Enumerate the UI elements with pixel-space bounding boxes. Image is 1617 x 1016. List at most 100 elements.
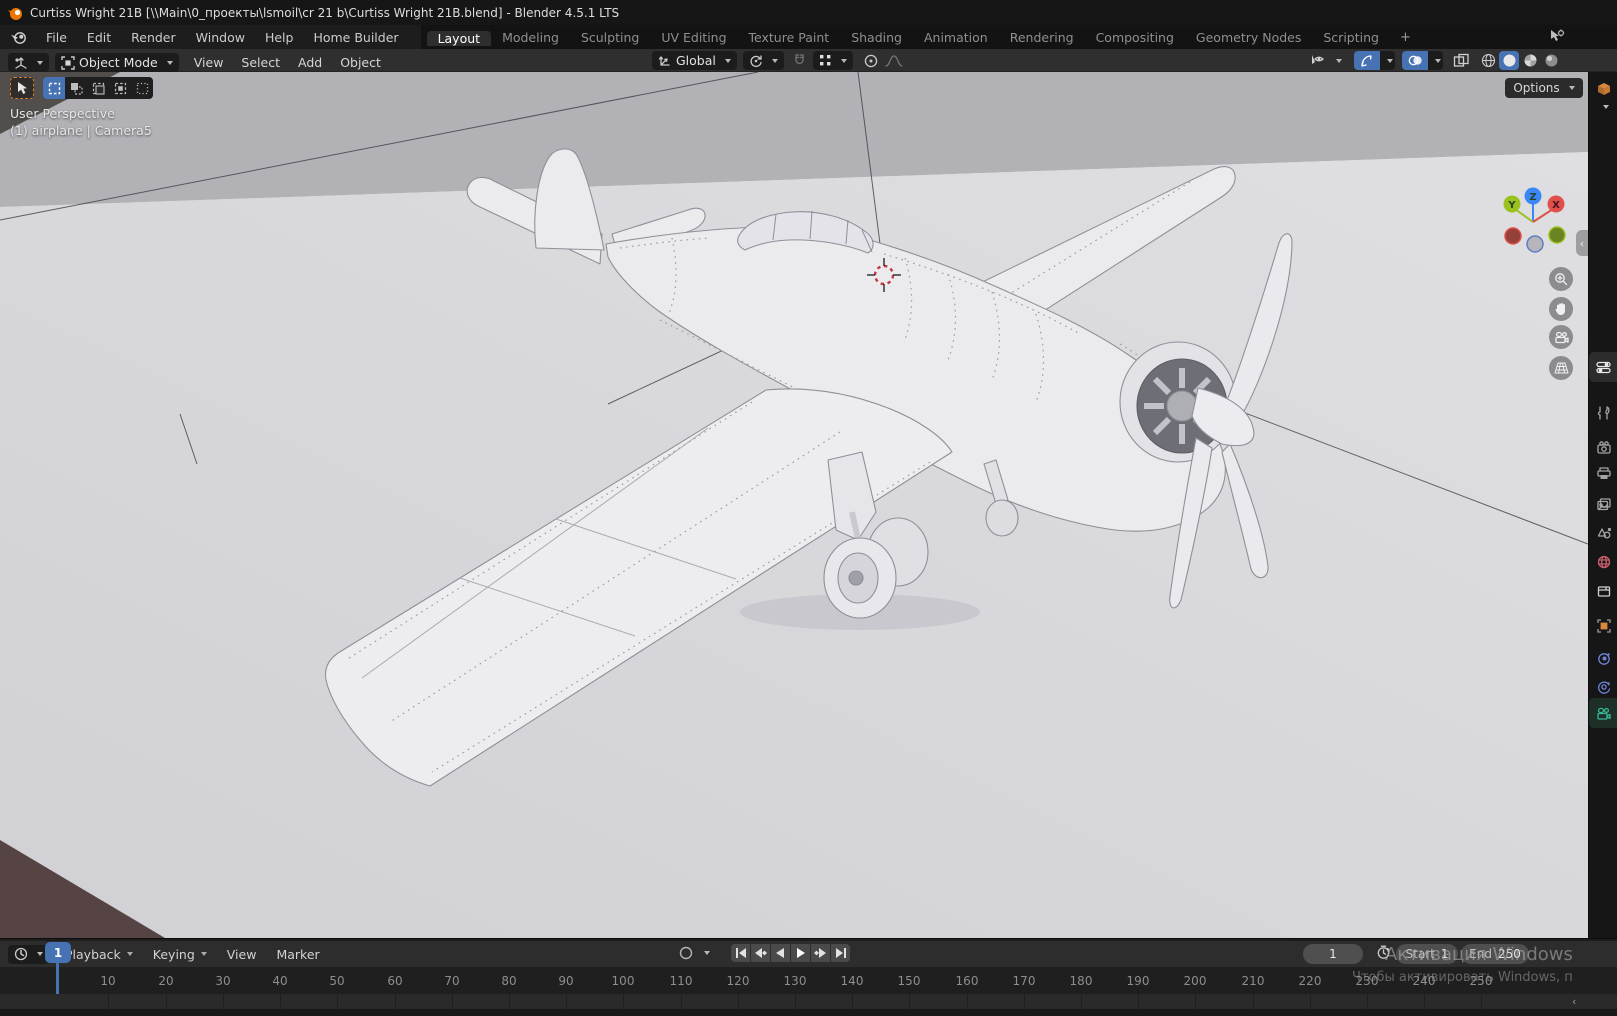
previous-keyframe-button[interactable] [751, 944, 770, 962]
gizmo-z-neg-axis[interactable] [1526, 235, 1544, 253]
grid-perspective-button[interactable] [1549, 356, 1573, 380]
options-button[interactable]: Options [1505, 78, 1583, 98]
tab-camera-data[interactable] [1589, 698, 1617, 728]
timeline-menu-item[interactable]: View [217, 947, 267, 962]
timeline-menu-item[interactable]: Keying [143, 947, 217, 962]
timeline-channel-area[interactable] [0, 994, 1617, 1009]
frame-start-field[interactable]: Start 1 [1396, 944, 1458, 964]
chevron-down-icon [37, 952, 43, 956]
jump-to-end-button[interactable] [831, 944, 850, 962]
visibility-dropdown[interactable] [1306, 54, 1346, 68]
workspace-tab[interactable]: Texture Paint [738, 30, 841, 45]
viewport-menu-item[interactable]: View [185, 51, 233, 74]
navigation-gizmo[interactable]: Z Y X [1495, 180, 1577, 260]
topbar-menu-item[interactable]: Window [186, 30, 255, 45]
tab-world[interactable] [1589, 551, 1617, 573]
topbar-menu-item[interactable]: Render [121, 30, 186, 45]
viewport-menu-item[interactable]: Add [289, 51, 331, 74]
chevron-down-icon[interactable] [1589, 96, 1617, 118]
select-intersect-icon[interactable] [131, 77, 153, 99]
shading-solid-button[interactable] [1499, 51, 1519, 70]
select-invert-icon[interactable] [109, 77, 131, 99]
gizmo-y-neg-axis[interactable] [1548, 226, 1566, 244]
gizmo-x-neg-axis[interactable] [1504, 227, 1522, 245]
ruler-tick-label: 170 [1012, 974, 1036, 988]
show-overlays-toggle[interactable] [1402, 51, 1428, 70]
add-workspace-button[interactable]: + [1390, 25, 1421, 49]
zoom-button[interactable] [1549, 267, 1573, 291]
select-extend-icon[interactable] [65, 77, 87, 99]
cursor-gear-status-icon[interactable] [1549, 29, 1565, 44]
play-button[interactable] [791, 944, 810, 962]
editor-type-dropdown[interactable] [8, 53, 49, 72]
tab-physics[interactable] [1589, 648, 1617, 670]
workspace-tab[interactable]: Rendering [999, 30, 1085, 45]
timeline-ruler[interactable]: 10 20 30 40 50 60 70 80 90 100 110 120 130 140 150 160 1… [0, 967, 1617, 994]
timeline-playhead[interactable]: 1 [45, 942, 71, 1014]
select-mode-group [43, 77, 153, 99]
show-gizmo-toggle[interactable] [1354, 51, 1380, 70]
workspace-tab[interactable]: Shading [840, 30, 913, 45]
shading-wireframe-button[interactable] [1478, 51, 1498, 70]
jump-to-start-button[interactable] [731, 944, 750, 962]
next-keyframe-button[interactable] [811, 944, 830, 962]
snap-magnet-icon[interactable] [792, 53, 807, 68]
viewport-menu-item[interactable]: Select [232, 51, 289, 74]
shading-rendered-button[interactable] [1541, 51, 1561, 70]
properties-editor-strip [1588, 72, 1617, 938]
mode-selector-dropdown[interactable]: Object Mode [55, 53, 179, 72]
blender-menu-logo-icon[interactable] [0, 25, 36, 49]
current-frame-field[interactable]: 1 [1303, 944, 1363, 964]
gizmo-dropdown[interactable] [1380, 51, 1395, 70]
transform-orientation-dropdown[interactable]: Global [652, 51, 737, 70]
topbar-menu-item[interactable]: Home Builder [303, 30, 408, 45]
ruler-tick-label: 220 [1298, 974, 1322, 988]
sidebar-collapse-arrow[interactable]: ‹ [1576, 230, 1588, 256]
falloff-curve-icon[interactable] [885, 54, 903, 68]
scroll-left-arrow[interactable]: ‹ [1572, 995, 1576, 1008]
auto-keying-dropdown[interactable] [704, 951, 710, 955]
auto-keying-toggle[interactable] [678, 945, 694, 961]
timeline-editor-type-dropdown[interactable] [8, 944, 49, 964]
play-reverse-button[interactable] [771, 944, 790, 962]
workspace-tab[interactable]: Compositing [1085, 30, 1185, 45]
tab-collection[interactable] [1589, 580, 1617, 602]
workspace-tab[interactable]: Animation [913, 30, 999, 45]
tab-tool[interactable] [1589, 402, 1617, 424]
topbar-menu-item[interactable]: Help [255, 30, 304, 45]
workspace-tab[interactable]: Scripting [1312, 30, 1390, 45]
viewport-menu-item[interactable]: Object [331, 51, 390, 74]
ruler-tick-label: 110 [669, 974, 693, 988]
select-subtract-icon[interactable] [87, 77, 109, 99]
workspace-tab[interactable]: Layout [426, 30, 492, 46]
pivot-point-dropdown[interactable] [742, 51, 784, 70]
topbar-menu-item[interactable]: Edit [77, 30, 121, 45]
proportional-editing-icon[interactable] [863, 53, 879, 69]
shading-material-button[interactable] [1520, 51, 1540, 70]
workspace-tab[interactable]: Sculpting [570, 30, 650, 45]
tab-properties[interactable] [1589, 352, 1617, 382]
ruler-tick-label: 70 [444, 974, 460, 988]
tab-constraints[interactable] [1589, 676, 1617, 698]
tab-scene[interactable] [1589, 522, 1617, 544]
workspace-tab[interactable]: Modeling [491, 30, 570, 45]
overlays-dropdown[interactable] [1428, 51, 1443, 70]
frame-end-field[interactable]: End 250 [1461, 944, 1529, 964]
workspace-tab[interactable]: UV Editing [650, 30, 737, 45]
tab-object[interactable] [1589, 615, 1617, 637]
tab-view-layer[interactable] [1589, 493, 1617, 515]
topbar-menus: File Edit Render Window Help Home Builder [36, 25, 409, 49]
workspace-tab[interactable]: Geometry Nodes [1185, 30, 1312, 45]
xray-toggle[interactable] [1453, 53, 1470, 68]
tab-output[interactable] [1589, 462, 1617, 484]
timeline-menu-item[interactable]: Marker [266, 947, 329, 962]
pivot-point-icon [749, 54, 763, 68]
pan-hand-button[interactable] [1549, 297, 1573, 321]
select-set-icon[interactable] [43, 77, 65, 99]
tab-render[interactable] [1589, 436, 1617, 458]
viewport-3d[interactable]: User Perspective (1) airplane | Camera5 … [0, 72, 1588, 938]
snap-target-dropdown[interactable] [812, 51, 853, 70]
camera-view-button[interactable] [1549, 325, 1573, 349]
topbar-menu-item[interactable]: File [36, 30, 77, 45]
active-tool-button[interactable] [10, 77, 34, 99]
